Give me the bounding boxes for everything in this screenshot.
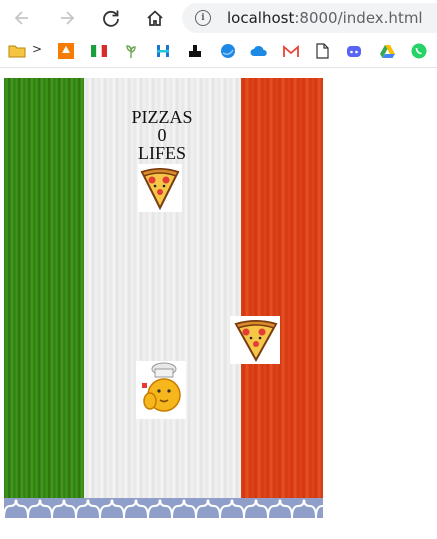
bookmark-black-icon[interactable] [186,42,204,60]
italy-flag-icon[interactable] [90,42,108,60]
reload-icon [103,10,119,27]
score-hud: PIZZAS 0 LIFES [112,108,212,162]
gmail-icon[interactable] [282,42,300,60]
flag-green-stripe [4,78,84,498]
browser-toolbar: i localhost:8000/index.html [0,0,437,36]
address-bar[interactable]: i localhost:8000/index.html [182,3,437,33]
lifes-label: LIFES [137,143,186,163]
forward-button[interactable] [55,6,79,30]
url-path: :8000/index.html [294,9,423,27]
discord-icon[interactable] [345,42,363,60]
url-host: localhost [227,9,295,27]
google-drive-icon[interactable] [378,42,396,60]
reload-button[interactable] [99,6,123,30]
bookmark-blue-h-icon[interactable] [154,42,172,60]
arrow-right-icon [61,11,75,25]
home-icon [147,10,163,26]
plant-icon[interactable] [122,42,140,60]
url-text: localhost:8000/index.html [227,9,423,27]
document-icon[interactable] [313,42,331,60]
pizzas-label: PIZZAS [131,107,193,127]
tile-floor [4,498,323,518]
bookmarks-overflow[interactable]: > [32,42,42,56]
info-icon[interactable]: i [195,10,211,26]
flag-red-stripe [241,78,323,498]
arrow-left-icon [14,11,28,25]
pizza-score: 0 [157,125,167,145]
back-button[interactable] [10,6,34,30]
bookmark-globe-icon[interactable] [219,42,237,60]
bookmarks-bar: > [0,37,437,68]
bookmark-orange-icon[interactable] [57,42,75,60]
whatsapp-icon[interactable] [410,42,428,60]
game-canvas[interactable]: PIZZAS 0 LIFES [4,78,323,518]
pizza-slice-icon [138,164,182,212]
folder-icon[interactable] [8,42,26,60]
home-button[interactable] [143,6,167,30]
cloud-icon[interactable] [250,42,268,60]
pizza-slice-icon [230,316,280,364]
chef-player-icon[interactable] [136,361,186,419]
